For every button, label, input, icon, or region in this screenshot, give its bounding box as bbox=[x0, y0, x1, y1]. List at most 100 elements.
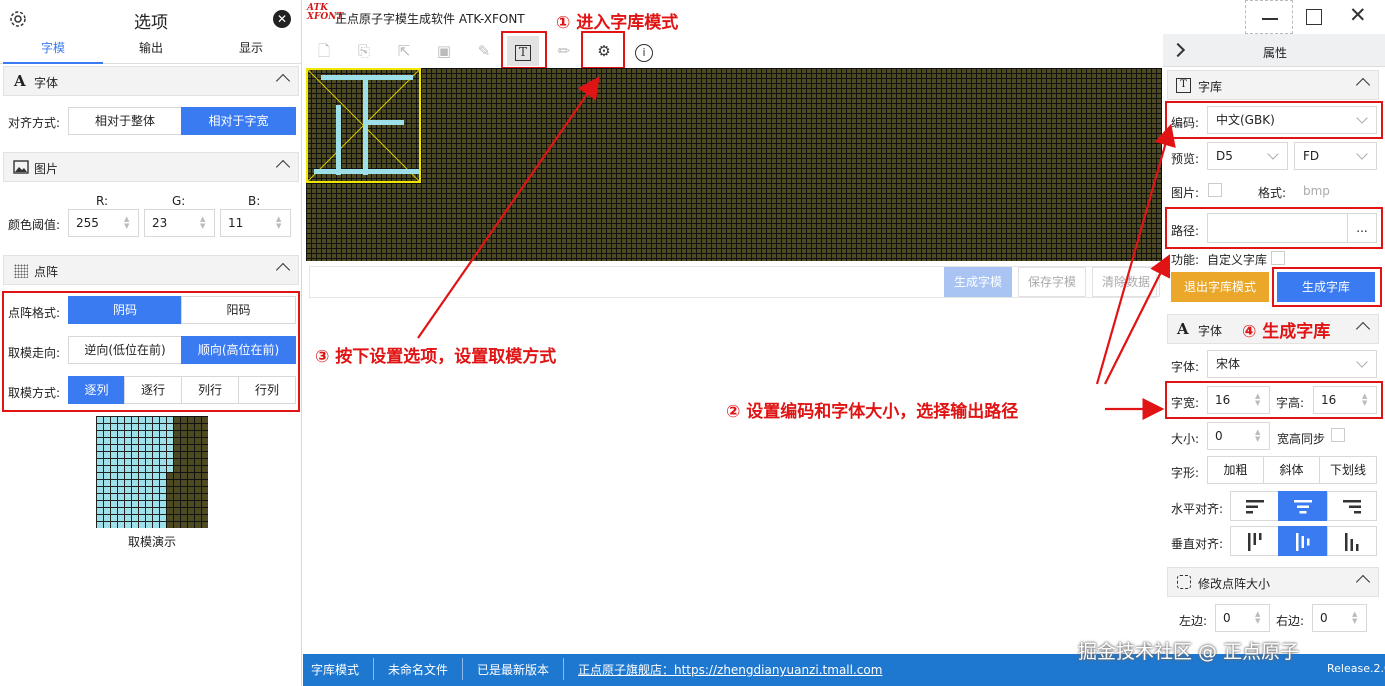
font-select[interactable]: 宋体 bbox=[1207, 350, 1377, 378]
chevron-up-icon bbox=[1355, 321, 1371, 337]
preview-high-select[interactable]: D5 bbox=[1207, 142, 1288, 170]
dot-grid-icon bbox=[14, 264, 28, 278]
resize-section-header[interactable]: 修改点阵大小 bbox=[1167, 567, 1379, 597]
brush-icon[interactable]: ✎ bbox=[468, 36, 500, 66]
tab-display[interactable]: 显示 bbox=[201, 38, 301, 64]
save-glyph-button[interactable]: 保存字模 bbox=[1018, 267, 1086, 297]
valign-label: 垂直对齐: bbox=[1171, 537, 1224, 551]
pen-icon[interactable]: ✏ bbox=[548, 36, 580, 66]
chevron-up-icon bbox=[275, 262, 291, 278]
minimize-button[interactable] bbox=[1245, 0, 1293, 34]
function-label: 功能: bbox=[1171, 253, 1200, 267]
store-link[interactable]: 正点原子旗舰店：https://zhengdianyuanzi.tmall.co… bbox=[578, 661, 882, 678]
annotation-box-generate bbox=[1272, 267, 1382, 307]
tab-glyph[interactable]: 字模 bbox=[3, 38, 103, 64]
property-header: 属性 bbox=[1163, 34, 1385, 67]
options-title-bar: 选项 ✕ bbox=[0, 0, 302, 38]
align-label: 对齐方式: bbox=[8, 116, 61, 130]
scan-demo-image bbox=[96, 416, 208, 528]
exit-library-mode-button[interactable]: 退出字库模式 bbox=[1171, 272, 1269, 302]
align-width-button[interactable]: 相对于字宽 bbox=[181, 107, 296, 135]
font-library-section-header[interactable]: T 字库 bbox=[1167, 70, 1379, 100]
chevron-up-icon bbox=[1355, 574, 1371, 590]
resize-section-title: 修改点阵大小 bbox=[1198, 577, 1271, 591]
font-icon: A bbox=[1177, 320, 1189, 338]
format-label: 格式: bbox=[1258, 186, 1287, 200]
annotation-box-encoding bbox=[1165, 101, 1383, 139]
align-right-icon[interactable] bbox=[1327, 491, 1377, 521]
image-checkbox[interactable] bbox=[1208, 183, 1222, 197]
font-section-title: 字体 bbox=[34, 76, 59, 90]
export-icon[interactable]: ⇱ bbox=[388, 36, 420, 66]
window-title: 正点原子字模生成软件 ATK-XFONT bbox=[335, 12, 525, 26]
font-section-header[interactable]: A 字体 bbox=[3, 66, 299, 96]
annotation-step1: ① 进入字库模式 bbox=[556, 13, 679, 33]
status-file: 未命名文件 bbox=[388, 663, 449, 677]
app-logo: ATK XFONT bbox=[307, 3, 344, 22]
annotation-box-mode bbox=[2, 291, 300, 412]
status-mode: 字库模式 bbox=[311, 663, 360, 677]
font-library-title: 字库 bbox=[1198, 80, 1223, 94]
font-icon: A bbox=[14, 72, 26, 90]
chevron-up-icon bbox=[1355, 77, 1371, 93]
valign-bottom-icon[interactable] bbox=[1327, 526, 1377, 556]
image-section-title: 图片 bbox=[34, 162, 59, 176]
align-whole-button[interactable]: 相对于整体 bbox=[68, 107, 182, 135]
annotation-step3: ③ 按下设置选项，设置取模方式 bbox=[315, 347, 557, 367]
matrix-section-header[interactable]: 点阵 bbox=[3, 255, 299, 285]
halign-label: 水平对齐: bbox=[1171, 502, 1224, 516]
italic-button[interactable]: 斜体 bbox=[1263, 456, 1320, 484]
info-icon[interactable]: i bbox=[628, 36, 660, 66]
sync-label: 宽高同步 bbox=[1277, 432, 1326, 446]
sync-checkbox[interactable] bbox=[1331, 428, 1345, 442]
right-margin-input[interactable]: 0 ▲ ▼ bbox=[1312, 604, 1367, 632]
g-label: G: bbox=[172, 194, 186, 208]
size-label: 大小: bbox=[1171, 432, 1200, 446]
image-section-header[interactable]: 图片 bbox=[3, 152, 299, 182]
close-icon[interactable]: ✕ bbox=[273, 10, 291, 28]
threshold-label: 颜色阈值: bbox=[8, 218, 61, 232]
align-left-icon[interactable] bbox=[1230, 491, 1279, 521]
open-file-icon[interactable]: ⎘ bbox=[348, 36, 380, 66]
left-margin-input[interactable]: 0 ▲ ▼ bbox=[1215, 604, 1270, 632]
window-close-button[interactable]: ✕ bbox=[1349, 3, 1367, 27]
function-value: 自定义字库 bbox=[1207, 253, 1268, 267]
annotation-step4: ④ 生成字库 bbox=[1242, 322, 1331, 342]
options-panel: 选项 ✕ 字模 输出 显示 A 字体 对齐方式: 相对于整体 相对于字宽 图片 … bbox=[0, 0, 302, 686]
text-box-icon: T bbox=[1176, 78, 1191, 93]
size-input[interactable]: 0 ▲ ▼ bbox=[1207, 422, 1270, 450]
font-section-title-right: 字体 bbox=[1198, 324, 1223, 338]
annotation-step2: ② 设置编码和字体大小，选择输出路径 bbox=[726, 402, 1019, 422]
b-label: B: bbox=[248, 194, 261, 208]
chevron-up-icon bbox=[275, 73, 291, 89]
glyph-canvas[interactable] bbox=[306, 68, 1162, 261]
valign-top-icon[interactable] bbox=[1230, 526, 1279, 556]
tab-output[interactable]: 输出 bbox=[101, 38, 201, 64]
watermark: 掘金技术社区 @ 正点原子 bbox=[1078, 641, 1300, 663]
status-version: 已是最新版本 bbox=[477, 663, 550, 677]
image-label: 图片: bbox=[1171, 186, 1200, 200]
b-input[interactable]: 11 ▲ ▼ bbox=[220, 209, 291, 237]
format-value: bmp bbox=[1303, 184, 1330, 198]
maximize-button[interactable] bbox=[1306, 9, 1322, 25]
r-input[interactable]: 255 ▲ ▼ bbox=[68, 209, 139, 237]
preview-low-select[interactable]: FD bbox=[1294, 142, 1377, 170]
clear-data-button[interactable]: 清除数据 bbox=[1092, 267, 1160, 297]
new-file-icon[interactable]: 🗋 bbox=[308, 36, 340, 66]
matrix-section-title: 点阵 bbox=[34, 265, 59, 279]
preview-label: 预览: bbox=[1171, 152, 1200, 166]
chevron-right-icon[interactable] bbox=[1170, 42, 1186, 58]
generate-glyph-button[interactable]: 生成字模 bbox=[944, 267, 1012, 297]
custom-library-checkbox[interactable] bbox=[1271, 251, 1285, 265]
bold-button[interactable]: 加粗 bbox=[1207, 456, 1264, 484]
annotation-box-font-mode bbox=[501, 31, 547, 69]
save-icon[interactable]: ▣ bbox=[428, 36, 460, 66]
glyph-preview-icon bbox=[306, 68, 421, 183]
image-icon bbox=[13, 160, 29, 174]
annotation-box-path bbox=[1165, 207, 1383, 249]
align-center-icon[interactable] bbox=[1278, 491, 1328, 521]
valign-middle-icon[interactable] bbox=[1278, 526, 1328, 556]
g-input[interactable]: 23 ▲ ▼ bbox=[144, 209, 215, 237]
underline-button[interactable]: 下划线 bbox=[1319, 456, 1377, 484]
options-title: 选项 bbox=[134, 13, 168, 33]
